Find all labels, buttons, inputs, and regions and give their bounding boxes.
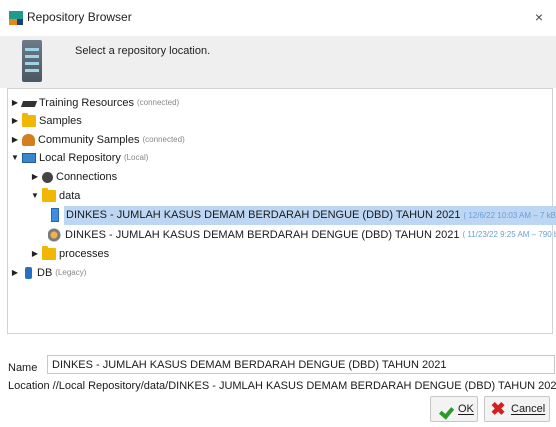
name-label: Name: [8, 362, 38, 374]
graduation-cap-icon: [20, 101, 38, 107]
expand-arrow-icon[interactable]: ▶: [10, 131, 20, 149]
repository-tree[interactable]: ▶ Training Resources (connected) ▶ Sampl…: [7, 88, 556, 334]
checkmark-icon: [435, 401, 455, 417]
tree-item-community-samples[interactable]: ▶ Community Samples (connected): [10, 131, 185, 149]
entry-meta: ( 11/23/22 9:25 AM – 790 bytes): [462, 230, 556, 239]
plug-icon: [42, 171, 53, 183]
cancel-button-label: Cancel: [511, 403, 546, 415]
cross-icon: ✖: [490, 399, 506, 419]
repository-type: (Local): [123, 153, 149, 162]
tree-item-processes[interactable]: ▶ processes: [30, 245, 109, 263]
connection-status: (connected): [142, 135, 185, 144]
process-gear-icon: [48, 228, 62, 242]
repository-type: (Legacy): [55, 268, 87, 277]
expand-arrow-icon[interactable]: ▶: [10, 94, 20, 112]
name-input[interactable]: [47, 355, 555, 374]
tree-item-label: DINKES - JUMLAH KASUS DEMAM BERDARAH DEN…: [65, 229, 460, 241]
ok-button[interactable]: OK: [430, 396, 478, 422]
collapse-arrow-icon[interactable]: ▼: [30, 187, 40, 205]
server-icon: [22, 40, 42, 82]
folder-icon: [42, 246, 56, 260]
tree-item-db[interactable]: ▶ DB (Legacy): [10, 264, 86, 282]
collapse-arrow-icon[interactable]: ▼: [10, 149, 20, 167]
tree-item-label: Training Resources: [39, 97, 134, 109]
location-path: Location //Local Repository/data/DINKES …: [8, 380, 556, 392]
expand-arrow-icon[interactable]: ▶: [10, 112, 20, 130]
tree-item-label: processes: [59, 248, 110, 260]
data-table-icon: [51, 208, 59, 222]
tree-item-samples[interactable]: ▶ Samples: [10, 112, 82, 130]
expand-arrow-icon[interactable]: ▶: [10, 264, 20, 282]
tree-item-label: Community Samples: [38, 134, 140, 146]
entry-meta: ( 12/6/22 10:03 AM – 7 kB): [463, 210, 556, 220]
expand-arrow-icon[interactable]: ▶: [30, 245, 40, 263]
people-icon: [22, 134, 35, 146]
tree-item-label: Samples: [39, 115, 82, 127]
header-instruction: Select a repository location.: [75, 45, 211, 57]
window-title: Repository Browser: [27, 10, 132, 24]
folder-icon: [22, 113, 36, 127]
tree-item-training-resources[interactable]: ▶ Training Resources (connected): [10, 94, 179, 112]
cancel-button[interactable]: ✖ Cancel: [484, 396, 550, 422]
tree-item-label: Connections: [56, 171, 118, 183]
connection-status: (connected): [136, 98, 180, 107]
close-icon[interactable]: ×: [528, 6, 550, 28]
tree-item-local-repository[interactable]: ▼ Local Repository (Local): [10, 149, 148, 167]
tree-item-dataset-selected[interactable]: DINKES - JUMLAH KASUS DEMAM BERDARAH DEN…: [46, 205, 556, 225]
tree-item-data[interactable]: ▼ data: [30, 187, 80, 205]
title-bar: Repository Browser ×: [0, 0, 556, 36]
expand-arrow-icon[interactable]: ▶: [30, 168, 40, 186]
dialog-header: Select a repository location.: [0, 36, 556, 88]
tree-item-label: DINKES - JUMLAH KASUS DEMAM BERDARAH DEN…: [66, 208, 461, 221]
selected-row: DINKES - JUMLAH KASUS DEMAM BERDARAH DEN…: [64, 205, 556, 225]
tree-item-label: Local Repository: [39, 152, 121, 164]
database-icon: [25, 267, 32, 279]
tree-item-process[interactable]: DINKES - JUMLAH KASUS DEMAM BERDARAH DEN…: [46, 226, 556, 244]
tree-item-connections[interactable]: ▶ Connections: [30, 168, 117, 186]
ok-button-label: OK: [458, 403, 474, 415]
app-logo-icon: [9, 11, 23, 25]
monitor-icon: [22, 153, 36, 163]
folder-open-icon: [42, 188, 56, 202]
tree-item-label: data: [59, 190, 81, 202]
tree-item-label: DB: [37, 267, 53, 279]
